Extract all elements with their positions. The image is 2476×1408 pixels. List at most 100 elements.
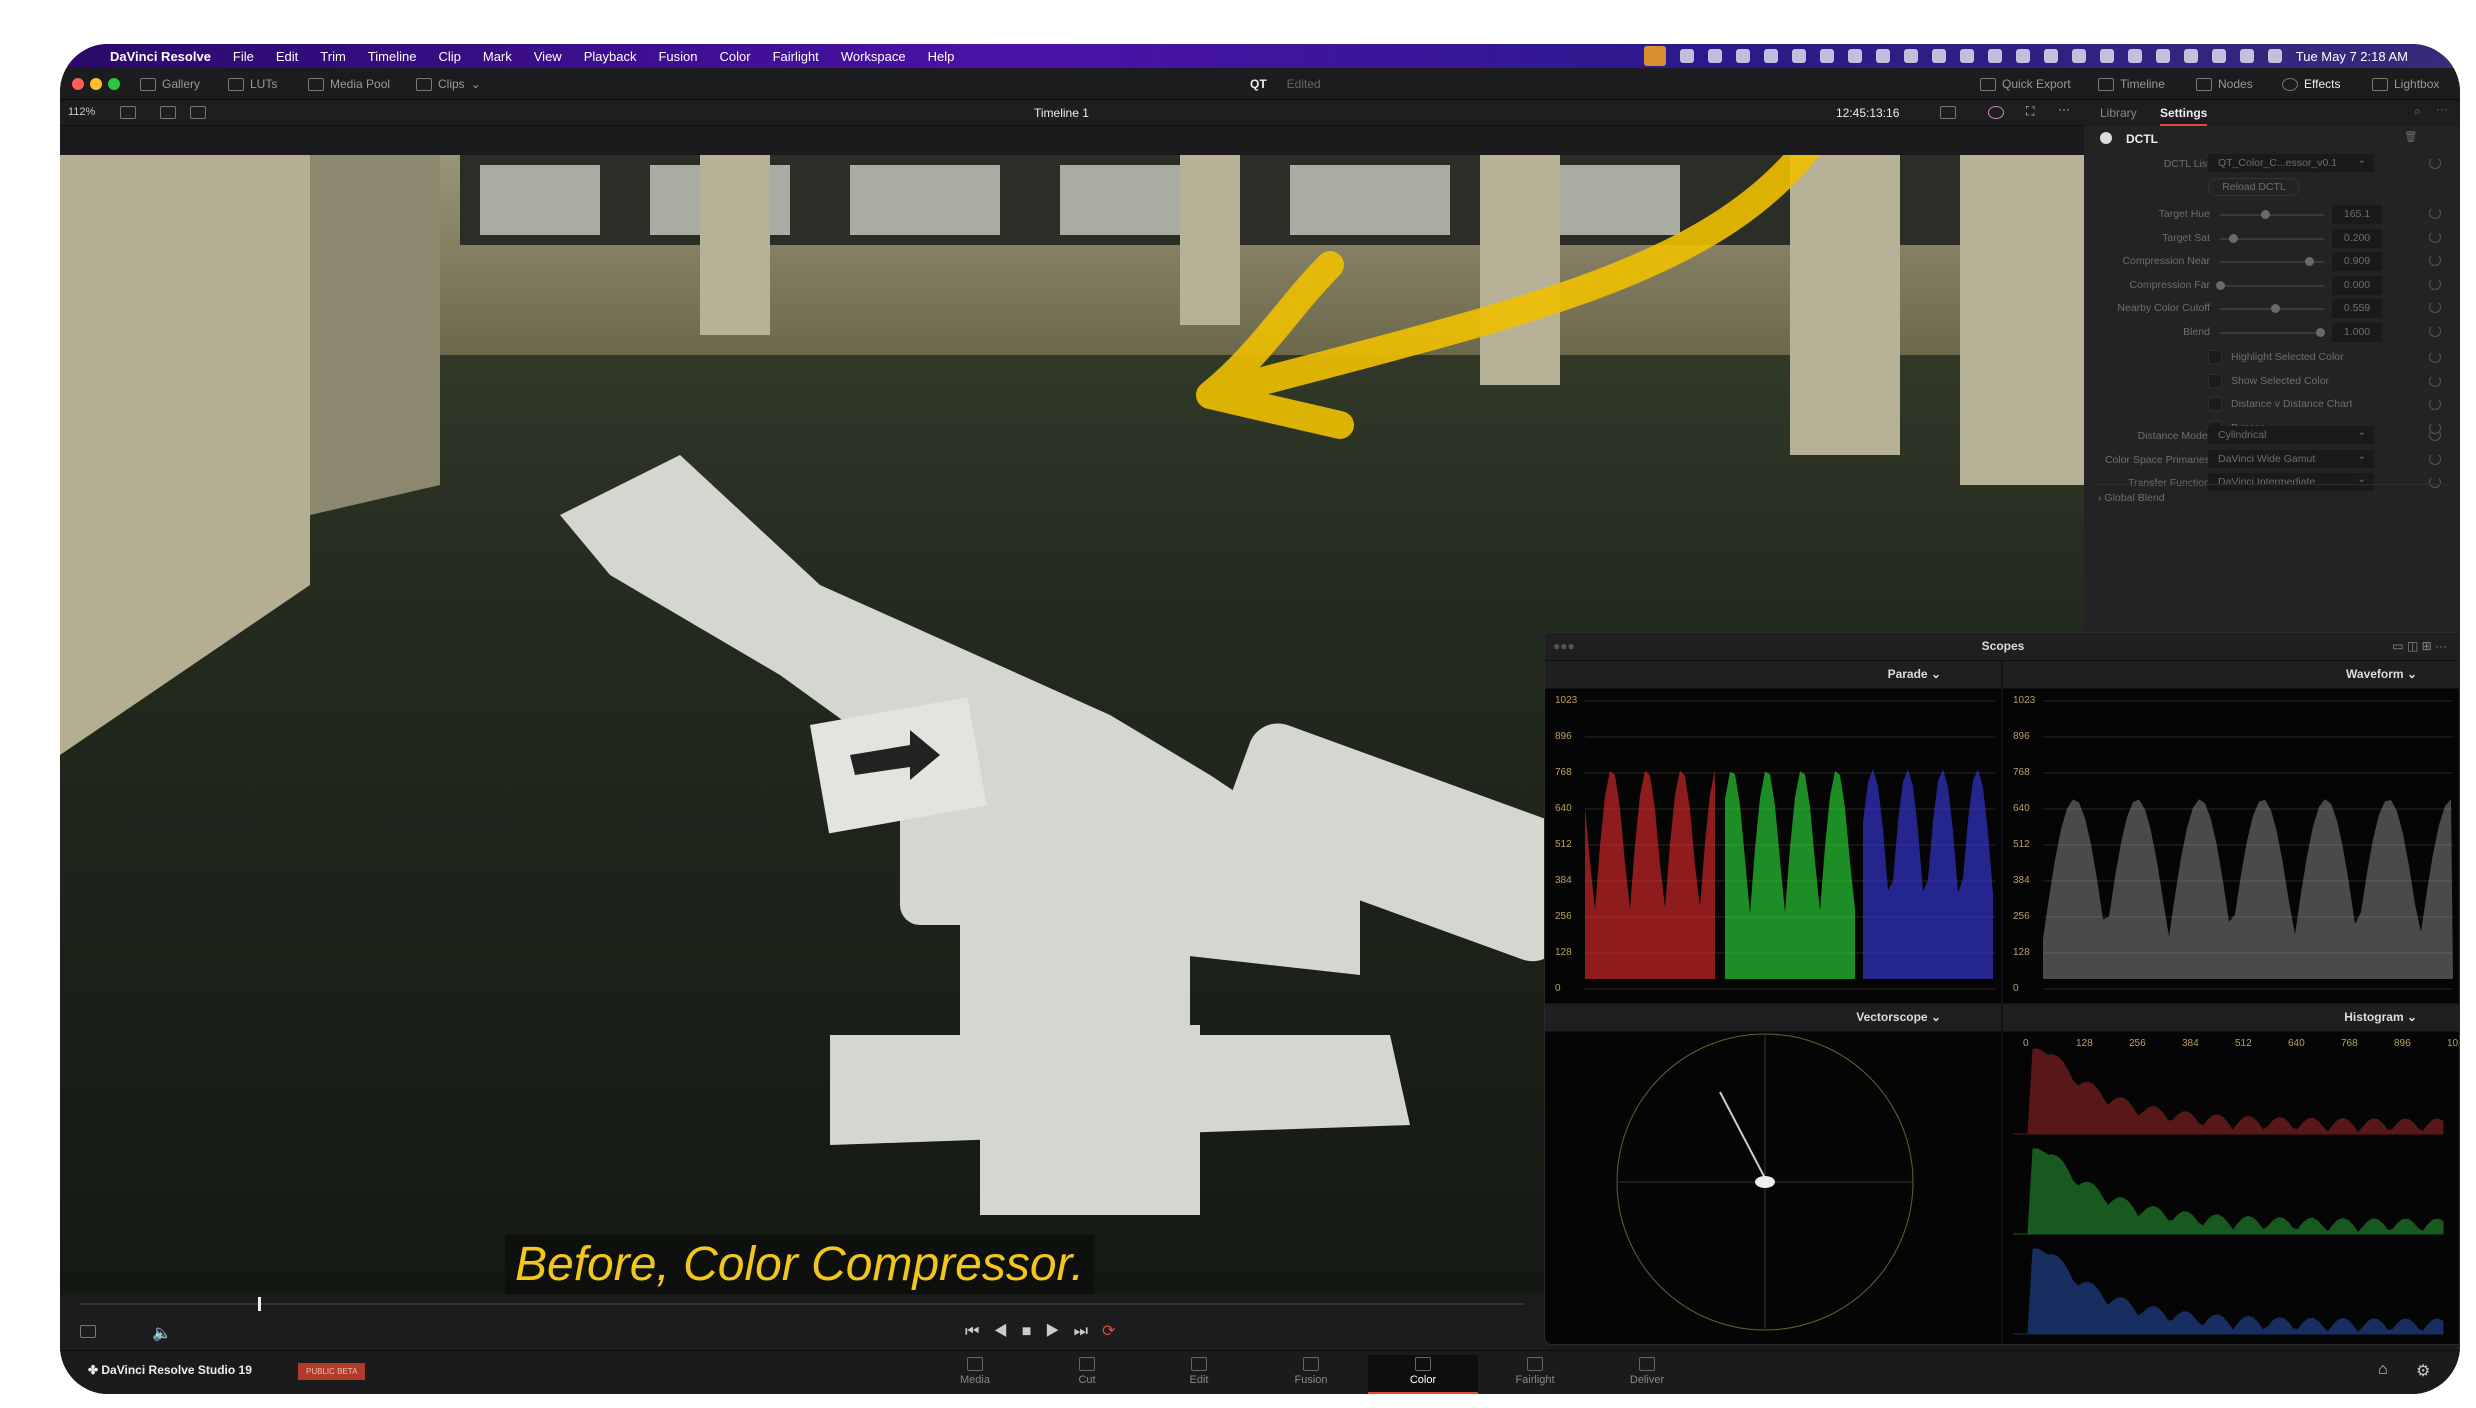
waveform-selector[interactable]: Waveform ⌄ [2003,661,2459,688]
tray-icon[interactable] [2127,49,2142,63]
vectorscope-selector[interactable]: Vectorscope ⌄ [1545,1004,2001,1031]
slider-track[interactable] [2220,233,2324,243]
tray-icon[interactable] [2071,49,2086,63]
close-window-button[interactable] [72,78,84,90]
layout-icons[interactable]: ▭ ◫ ⊞ ··· [2392,633,2447,660]
tray-icon[interactable] [2155,49,2170,63]
effects-toggle[interactable]: Effects [2282,77,2340,91]
tab-library[interactable]: Library [2100,106,2137,120]
delete-icon[interactable]: 🗑 [2404,130,2417,143]
tray-icon[interactable] [1679,49,1694,63]
nodes-toggle[interactable]: Nodes [2196,77,2253,91]
tray-icon[interactable] [2099,49,2114,63]
output-icon[interactable] [1940,106,1956,119]
slider-value[interactable]: 0.909 [2332,252,2382,271]
page-color[interactable]: Color [1368,1355,1478,1394]
slider-track[interactable] [2220,210,2324,219]
reload-dctl-button[interactable]: Reload DCTL [2208,178,2300,196]
page-edit[interactable]: Edit [1144,1355,1254,1386]
microphone-icon[interactable] [1643,46,1666,66]
menu-app[interactable]: DaVinci Resolve [110,49,211,64]
scopes-titlebar[interactable]: Scopes ●●● ▭ ◫ ⊞ ··· [1545,633,2459,660]
tray-icon[interactable] [1931,49,1946,63]
reset-icon[interactable] [2429,429,2441,441]
stop-button[interactable]: ■ [1022,1323,1046,1340]
menu-playback[interactable]: Playback [584,49,637,64]
reset-icon[interactable] [2429,324,2441,337]
control-center-icon[interactable] [2267,49,2282,63]
wifi-icon[interactable] [2211,49,2226,63]
menu-view[interactable]: View [534,49,562,64]
tray-icon[interactable] [2183,49,2198,63]
tray-icon[interactable] [1903,49,1918,63]
slider-handle[interactable] [2305,257,2314,266]
fullscreen-icon[interactable]: ⛶ [2026,104,2034,119]
checkbox[interactable] [2208,350,2222,364]
menu-trim[interactable]: Trim [320,49,346,64]
slider-track[interactable] [2220,327,2325,337]
dropdown[interactable]: DaVinci Intermediate [2208,470,2374,491]
page-media[interactable]: Media [920,1355,1030,1386]
reset-icon[interactable] [2429,230,2441,243]
zoom-level[interactable]: 112% [68,106,95,118]
dctl-list-dropdown[interactable]: QT_Color_C...essor_v0.1 [2208,151,2374,172]
dropdown[interactable]: DaVinci Wide Gamut [2208,447,2374,468]
reset-icon[interactable] [2429,157,2441,169]
tray-icon[interactable] [1791,49,1806,63]
tray-icon[interactable] [2043,49,2058,63]
global-blend-section[interactable]: › Global Blend [2098,492,2165,504]
go-to-end-button[interactable]: ⏭ [1074,1323,1102,1340]
menu-fairlight[interactable]: Fairlight [773,49,819,64]
checkbox[interactable] [2208,397,2222,411]
page-cut[interactable]: Cut [1032,1355,1142,1386]
slider-track[interactable] [2216,280,2324,290]
slider-track[interactable] [2220,257,2324,266]
gallery-button[interactable]: Gallery [140,77,200,91]
menu-workspace[interactable]: Workspace [841,49,906,64]
tray-icon[interactable] [1987,49,2002,63]
tray-icon[interactable] [1819,49,1834,63]
reset-icon[interactable] [2429,374,2441,387]
menu-mark[interactable]: Mark [483,49,512,64]
reset-icon[interactable] [2429,476,2441,488]
play-button[interactable]: ▶ [1045,1323,1073,1340]
playhead[interactable] [258,1297,261,1311]
page-deliver[interactable]: Deliver [1592,1355,1702,1386]
tray-icon[interactable] [1875,49,1890,63]
slider-handle[interactable] [2271,304,2280,313]
gear-icon[interactable]: ⚙ [2416,1361,2430,1381]
single-view-icon[interactable] [120,106,136,119]
scrubber-track[interactable] [80,1303,1524,1305]
slider-handle[interactable] [2261,210,2270,219]
reset-icon[interactable] [2429,301,2441,313]
page-fusion[interactable]: Fusion [1256,1355,1366,1386]
tray-icon[interactable] [2015,49,2030,63]
slider-value[interactable]: 0.000 [2332,275,2382,295]
menu-timeline[interactable]: Timeline [368,49,417,64]
reset-icon[interactable] [2429,351,2441,363]
slider-value[interactable]: 165.1 [2332,205,2382,224]
viewer-mode-icon[interactable] [80,1325,96,1338]
lightbox-toggle[interactable]: Lightbox [2372,77,2439,91]
loop-button[interactable]: ⟳ [1102,1323,1129,1340]
menu-color[interactable]: Color [719,49,750,64]
dctl-enable-toggle[interactable] [2100,132,2112,144]
slider-handle[interactable] [2229,233,2238,243]
more-icon[interactable]: ··· [2436,102,2448,116]
tray-icon[interactable] [1847,49,1862,63]
parade-selector[interactable]: Parade ⌄ [1545,661,2001,688]
timecode[interactable]: 12:45:13:16 [1836,106,1899,120]
home-icon[interactable]: ⌂ [2378,1361,2388,1379]
tray-icon[interactable] [1735,49,1750,63]
scopes-window-dots[interactable]: ●●● [1553,633,1575,660]
volume-icon[interactable]: 🔈 [152,1323,172,1343]
quick-export-button[interactable]: Quick Export [1980,77,2071,91]
menu-edit[interactable]: Edit [276,49,298,64]
tray-icon[interactable] [1959,49,1974,63]
reset-icon[interactable] [2429,254,2441,266]
slider-handle[interactable] [2316,327,2325,337]
menu-fusion[interactable]: Fusion [658,49,697,64]
color-icon[interactable] [1988,106,2004,119]
tray-icon[interactable] [1707,49,1722,63]
reverse-play-button[interactable]: ◀ [993,1323,1021,1340]
